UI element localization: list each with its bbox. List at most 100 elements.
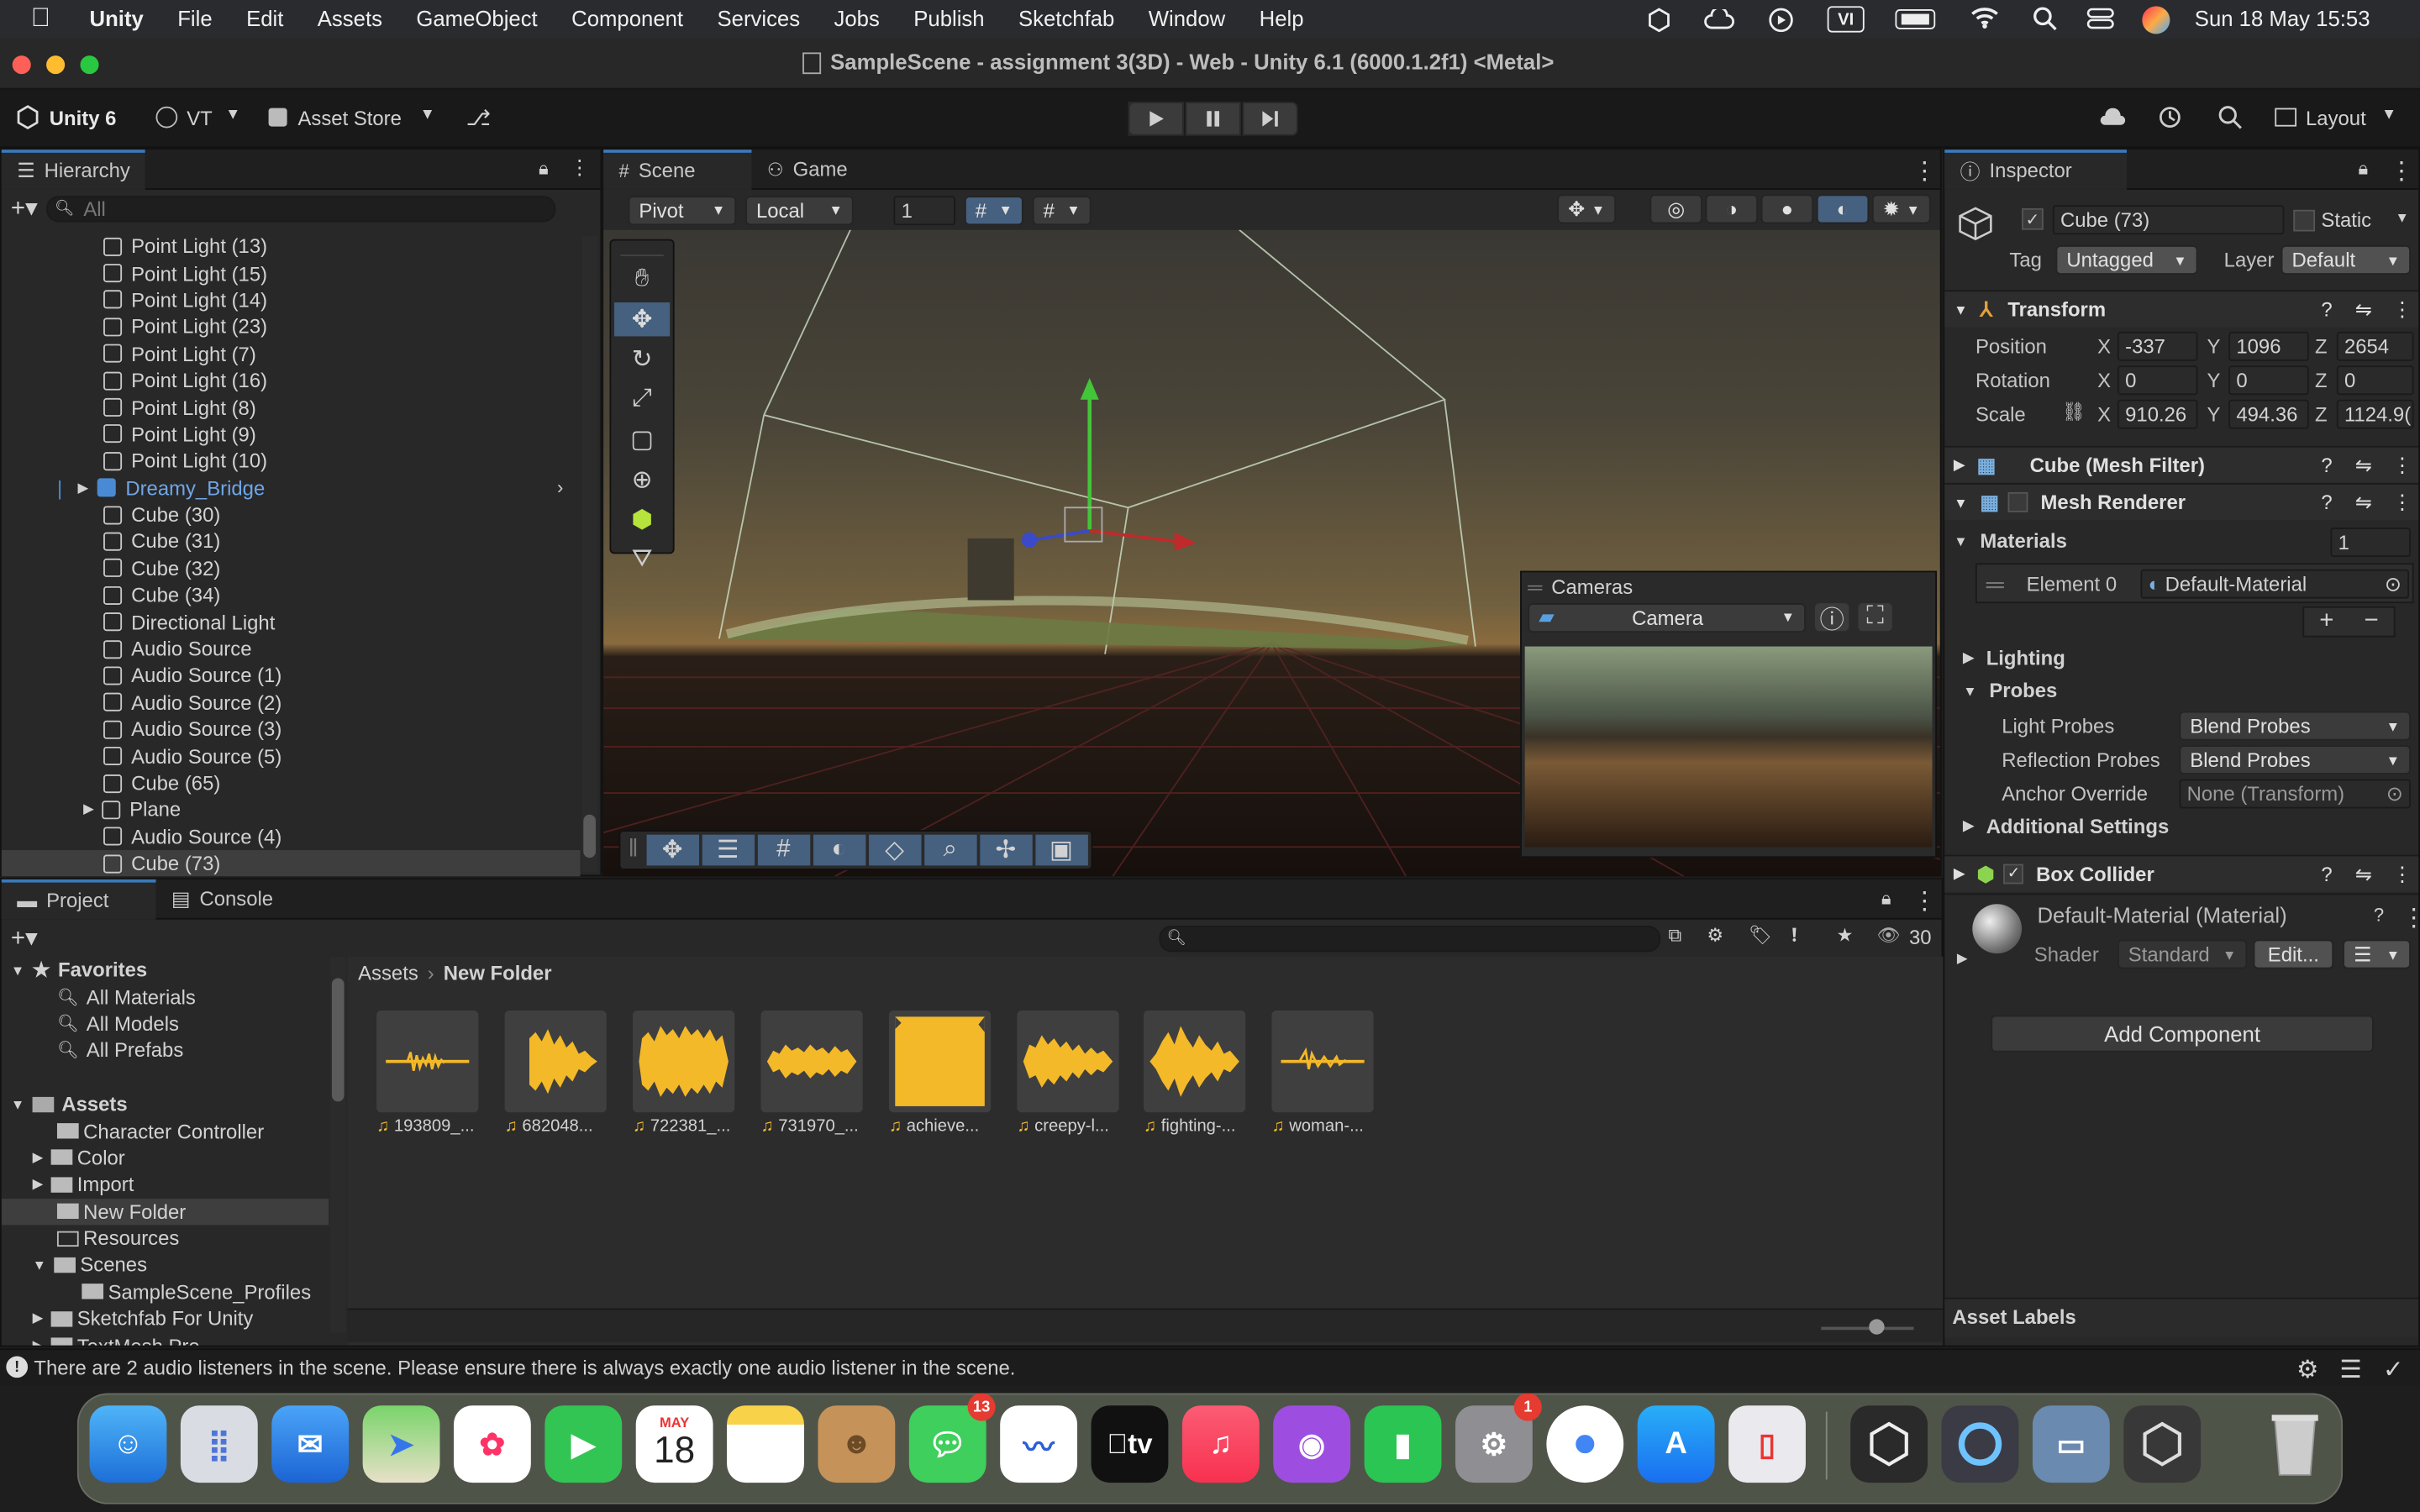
preview-icon[interactable]: ▭ [2032,1405,2110,1483]
grid-size-input[interactable]: 1 [893,195,955,225]
static-checkbox[interactable] [2293,209,2316,232]
project-search-input[interactable]: 🔍︎ [1159,926,1661,953]
facetime-icon[interactable]: ▶ [544,1405,623,1483]
tag-dropdown[interactable]: Untagged ▼ [2055,245,2198,275]
tab-scene[interactable]: # Scene [603,149,752,189]
version-control-icon[interactable]: ⎇ [466,105,492,131]
filter-type-icon[interactable]: ⚙︎ [1707,924,1723,946]
check-circle-icon[interactable]: ✓ [2383,1355,2404,1386]
siri-icon[interactable] [2142,6,2170,34]
list-item[interactable]: Directional Light [2,609,581,636]
menu-sketchfab[interactable]: Sketchfab [1018,6,1114,30]
cloud-sync-icon[interactable] [1702,6,1736,34]
scale-y-input[interactable]: 494.36 [2228,399,2309,429]
history-icon[interactable] [2158,105,2182,138]
account-dropdown[interactable]: VT [187,107,213,130]
maximize-icon[interactable]: ⛶ [1858,603,1892,632]
play-circle-icon[interactable] [1767,6,1795,34]
list-item[interactable]: Audio Source (2) [2,689,581,716]
lock-icon[interactable]: 🔒︎ [1881,887,1891,911]
gizmos-dropdown[interactable]: ✹ ▼ [1871,194,1931,224]
gizmo-tool-dropdown[interactable]: ✥ ▼ [1557,194,1617,224]
lock-icon[interactable]: 🔒︎ [539,157,549,181]
add-component-button[interactable]: Add Component [1991,1015,2374,1053]
audio-thumb[interactable] [504,1011,607,1113]
pause-button[interactable] [1185,102,1241,136]
menu-edit[interactable]: Edit [246,6,283,30]
chevron-right-icon[interactable]: ▶ [1957,950,1968,967]
box-collider-component-header[interactable]: ▶ ⬢ ✓ Box Collider ? ⇋ ⋮ [1944,854,2419,892]
menu-file[interactable]: File [177,6,212,30]
position-x-input[interactable]: -337 [2117,331,2198,361]
folder-item[interactable]: ▶ Import [2,1171,329,1198]
list-item-selected[interactable]: Cube (73) [1,849,581,877]
list-item-prefab[interactable]: | ▶ Dreamy_Bridge › [2,475,581,501]
contacts-icon[interactable]: ☻ [818,1405,896,1483]
list-item[interactable]: Point Light (7) [2,340,581,367]
play-button[interactable] [1128,102,1184,136]
zoom-window-button[interactable] [80,55,99,75]
folder-item-selected[interactable]: New Folder [1,1198,329,1226]
folder-item[interactable]: ▶ Sketchfab For Unity [2,1305,329,1332]
additional-settings-foldout[interactable]: ▶ Additional Settings [1963,815,2169,838]
render-mode-icon[interactable]: ◐ [1816,194,1870,224]
wifi-icon[interactable] [1970,5,2001,36]
rotate-tool-icon[interactable]: ↻ [614,343,670,376]
system-settings-icon[interactable]: ⚙︎ 1 [1455,1393,1542,1483]
more-options-icon[interactable]: ⋮ [2389,156,2413,187]
folder-item[interactable]: ▶ Color [2,1144,329,1171]
list-item[interactable]: Cube (34) [2,582,581,609]
rect-tool-icon[interactable]: ▢ [614,423,670,456]
account-icon[interactable] [155,106,178,129]
numbers-icon[interactable]: ▮ [1364,1405,1442,1483]
tab-project[interactable]: ▬ Project [1,879,156,919]
app-store-icon[interactable]: A [1637,1405,1715,1483]
unity-hub-icon[interactable] [1850,1405,1928,1483]
list-item[interactable]: Audio Source [2,635,581,662]
search-icon[interactable] [2217,105,2242,138]
menu-services[interactable]: Services [717,6,800,30]
more-options-icon[interactable]: ⋮ [570,156,590,181]
launchpad-icon[interactable]: ⣿ [180,1405,258,1483]
messages-icon[interactable]: 💬︎ 13 [908,1393,996,1483]
menu-assets[interactable]: Assets [318,6,382,30]
shader-options-dropdown[interactable]: ☰ ▼ [2343,939,2411,969]
assets-node[interactable]: ▼ Assets [2,1090,329,1117]
breadcrumb-new-folder[interactable]: New Folder [444,960,552,984]
unity-version-label[interactable]: Unity 6 [50,107,117,130]
list-item[interactable]: Cube (32) [2,555,581,582]
list-item[interactable]: Audio Source (5) [2,743,581,769]
audio-thumb[interactable] [376,1011,479,1113]
hierarchy-scrollbar[interactable] [581,236,597,872]
audio-thumb[interactable] [760,1011,863,1113]
log-filter-icon[interactable]: ❗︎ [1791,924,1797,948]
list-item[interactable]: Point Light (16) [2,367,581,394]
list-item[interactable]: Audio Source (3) [2,716,581,743]
battery-icon[interactable] [1895,9,1936,29]
tab-hierarchy[interactable]: ☰ Hierarchy [1,149,146,189]
shaded-icon[interactable]: ● [1760,194,1814,224]
transform-tool-icon[interactable]: ⊕ [614,463,670,496]
camera-overlay-icon[interactable]: ▣ [1034,834,1088,866]
layout-dropdown[interactable]: Layout [2306,107,2366,130]
link-icon[interactable]: ⛓︎ [2062,402,2086,423]
list-item[interactable]: ▶ Plane [2,796,581,823]
orientation-overlay-icon[interactable]: ✢ [979,834,1033,866]
object-name-input[interactable]: Cube (73) [2052,205,2285,235]
list-item[interactable]: Point Light (10) [2,448,581,475]
lock-icon[interactable]: 🔒︎ [2358,157,2368,181]
favorite-item[interactable]: 🔍︎ All Materials [2,984,329,1011]
pivot-dropdown[interactable]: Pivot ▼ [628,195,737,225]
list-item[interactable]: Point Light (23) [2,313,581,340]
favorites-node[interactable]: ▼ ★ Favorites [2,957,329,984]
list-item[interactable]: Point Light (8) [2,394,581,421]
local-dropdown[interactable]: Local ▼ [745,195,854,225]
photos-icon[interactable]: ✿ [453,1405,531,1483]
control-center-icon[interactable] [2086,6,2114,35]
chrome-icon[interactable] [1546,1405,1624,1483]
breadcrumb-assets[interactable]: Assets [358,960,418,984]
zoom-slider-handle[interactable] [1869,1319,1885,1335]
anchor-override-field[interactable]: None (Transform) ⊙ [2179,779,2411,809]
freeform-icon[interactable]: 〰 [1000,1405,1078,1483]
list-item[interactable]: Audio Source (1) [2,662,581,689]
